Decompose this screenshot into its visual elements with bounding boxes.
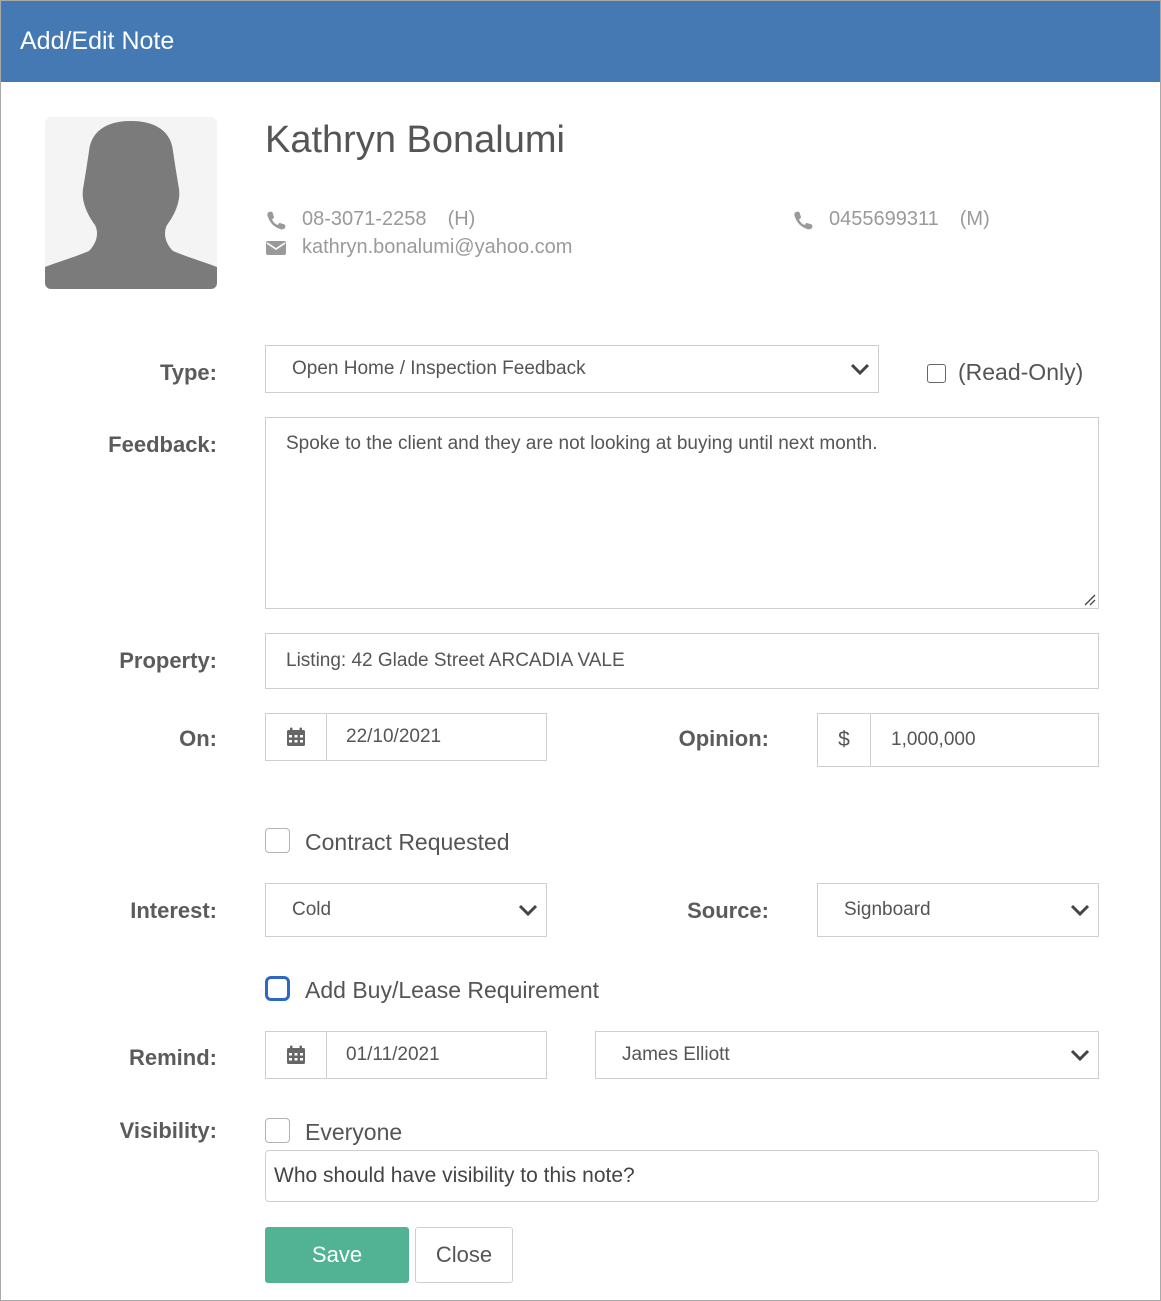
remind-label: Remind: [129, 1045, 217, 1070]
add-requirement-checkbox[interactable] [265, 976, 290, 1001]
source-select-value: Signboard [844, 899, 931, 920]
mobile-phone-tag: (M) [959, 208, 990, 230]
avatar-silhouette-icon [45, 117, 217, 289]
save-button[interactable]: Save [265, 1227, 409, 1283]
everyone-label: Everyone [305, 1119, 403, 1145]
source-select[interactable]: Signboard [817, 883, 1099, 937]
chevron-down-icon [1070, 904, 1090, 917]
phone-icon [794, 211, 813, 229]
visibility-label: Visibility: [119, 1118, 217, 1143]
home-phone-number[interactable]: 08-3071-2258 [302, 208, 427, 231]
dialog-header: Add/Edit Note [1, 1, 1160, 82]
phone-icon [267, 211, 286, 229]
contract-requested-checkbox[interactable] [265, 828, 290, 853]
visibility-placeholder: Who should have visibility to this note? [274, 1164, 635, 1187]
chevron-down-icon [1070, 1049, 1090, 1062]
remind-assignee-select[interactable]: James Elliott [595, 1031, 1099, 1079]
property-label: Property: [119, 648, 217, 673]
everyone-checkbox[interactable] [265, 1118, 290, 1143]
source-label: Source: [687, 898, 769, 923]
type-label: Type: [159, 360, 217, 385]
calendar-icon [287, 1045, 305, 1064]
interest-select[interactable]: Cold [265, 883, 547, 937]
feedback-label: Feedback: [108, 432, 217, 457]
feedback-text: Spoke to the client and they are not loo… [286, 433, 878, 454]
on-date-picker[interactable]: 22/10/2021 [265, 713, 547, 761]
calendar-button[interactable] [266, 1032, 327, 1078]
property-value: Listing: 42 Glade Street ARCADIA VALE [286, 650, 625, 671]
opinion-label: Opinion: [678, 726, 769, 751]
interest-select-value: Cold [292, 899, 332, 920]
calendar-icon [287, 727, 305, 746]
type-select[interactable]: Open Home / Inspection Feedback [265, 345, 879, 393]
property-input[interactable]: Listing: 42 Glade Street ARCADIA VALE [265, 633, 1099, 689]
contract-requested-label: Contract Requested [305, 829, 510, 855]
add-edit-note-dialog: Add/Edit Note Kathryn Bonalumi 08-3071-2… [0, 0, 1161, 1301]
opinion-value: 1,000,000 [891, 729, 976, 750]
type-select-value: Open Home / Inspection Feedback [292, 358, 586, 379]
interest-label: Interest: [130, 898, 217, 923]
remind-date-picker[interactable]: 01/11/2021 [265, 1031, 547, 1079]
contact-name: Kathryn Bonalumi [265, 119, 565, 161]
home-phone-tag: (H) [447, 208, 476, 230]
resize-handle-icon[interactable] [1082, 592, 1096, 606]
chevron-down-icon [518, 904, 538, 917]
calendar-button[interactable] [266, 714, 327, 760]
feedback-textarea[interactable]: Spoke to the client and they are not loo… [265, 417, 1099, 609]
on-date-value: 22/10/2021 [346, 726, 442, 747]
visibility-input[interactable]: Who should have visibility to this note? [265, 1150, 1099, 1202]
home-phone-row: 08-3071-2258 (H) [265, 208, 475, 231]
remind-date-value: 01/11/2021 [346, 1044, 440, 1065]
read-only-label: (Read-Only) [958, 359, 1084, 385]
remind-assignee-value: James Elliott [622, 1044, 730, 1065]
chevron-down-icon [850, 363, 870, 376]
mobile-phone-row: 0455699311 (M) [792, 208, 990, 231]
dialog-title: Add/Edit Note [20, 27, 175, 55]
email-row: kathryn.bonalumi@yahoo.com [265, 236, 572, 259]
currency-prefix: $ [818, 714, 871, 766]
envelope-icon [266, 240, 286, 255]
opinion-input[interactable]: $ 1,000,000 [817, 713, 1099, 767]
read-only-checkbox[interactable] [927, 364, 946, 383]
mobile-phone-number[interactable]: 0455699311 [829, 208, 939, 231]
on-label: On: [179, 726, 217, 751]
add-requirement-label: Add Buy/Lease Requirement [305, 977, 600, 1003]
email-address[interactable]: kathryn.bonalumi@yahoo.com [302, 236, 572, 259]
close-button[interactable]: Close [415, 1227, 513, 1283]
